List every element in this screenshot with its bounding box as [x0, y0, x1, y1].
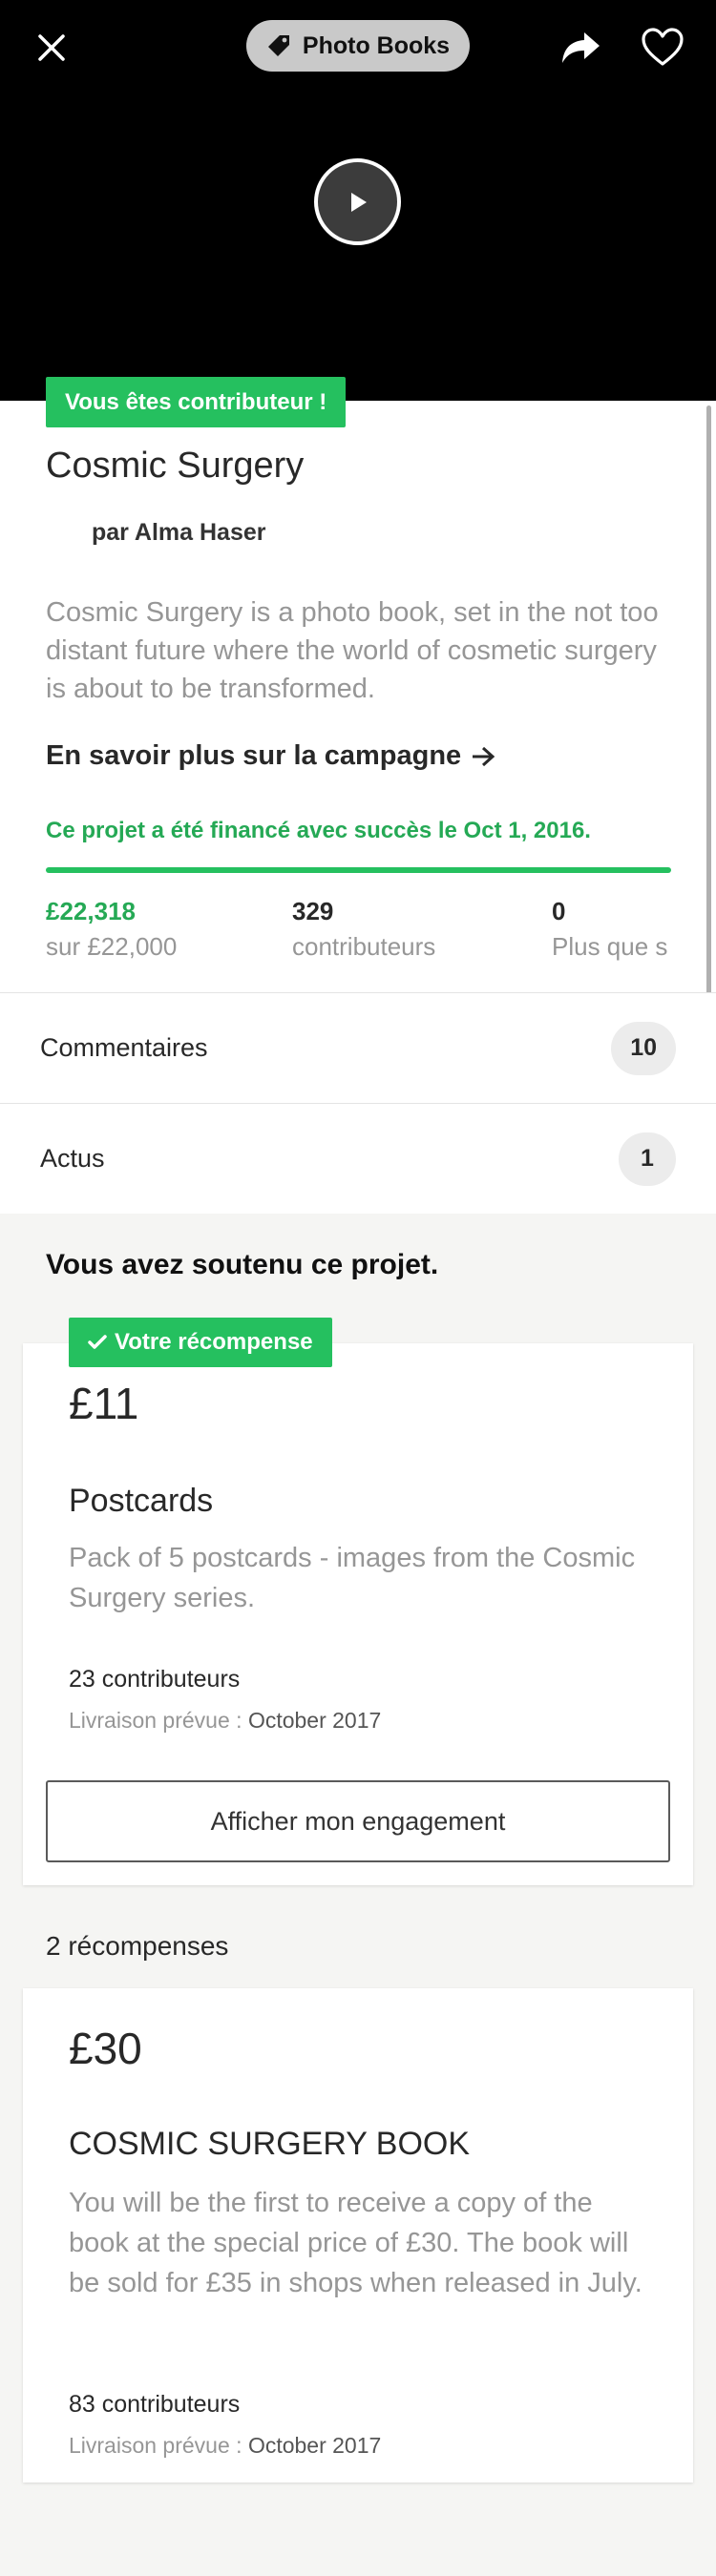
category-pill[interactable]: Photo Books [246, 20, 470, 72]
reward-title: COSMIC SURGERY BOOK [69, 2126, 471, 2162]
reward-title: Postcards [69, 1483, 214, 1519]
video-player[interactable]: Photo Books [0, 0, 716, 401]
comments-label: Commentaires [40, 1033, 208, 1062]
stat-pledged-label: sur £22,000 [46, 932, 178, 961]
delivery-label: Livraison prévue : [69, 2433, 242, 2458]
rewards-count: 2 récompenses [46, 1931, 229, 1961]
stat-backers-label: contributeurs [292, 932, 436, 961]
stat-time-left-label: Plus que s [552, 932, 668, 961]
reward-amount: £30 [69, 2024, 142, 2073]
delivery-label: Livraison prévue : [69, 1708, 242, 1733]
updates-count: 1 [619, 1132, 676, 1186]
learn-more-link[interactable]: En savoir plus sur la campagne [46, 740, 495, 772]
stat-backers-value: 329 [292, 897, 334, 925]
stat-pledged: £22,318 sur £22,000 [46, 897, 177, 962]
delivery-date: October 2017 [247, 1708, 382, 1733]
learn-more-label: En savoir plus sur la campagne [46, 740, 462, 771]
play-icon [350, 192, 367, 212]
reward-delivery: Livraison prévue : October 2017 [69, 2433, 381, 2459]
close-button[interactable] [31, 27, 73, 69]
share-icon [562, 32, 600, 63]
stat-time-left-value: 0 [552, 897, 566, 925]
close-icon [38, 34, 65, 61]
arrow-right-icon [473, 746, 495, 766]
reward-backers: 83 contributeurs [69, 2391, 241, 2418]
stat-time-left: 0 Plus que s [552, 897, 667, 962]
project-blurb: Cosmic Surgery is a photo book, set in t… [46, 597, 659, 704]
your-reward-badge: Votre récompense [69, 1318, 332, 1367]
heart-icon [642, 28, 684, 66]
stat-backers: 329 contributeurs [292, 897, 435, 962]
reward-backers: 23 contributeurs [69, 1666, 241, 1693]
favorite-button[interactable] [636, 21, 689, 74]
reward-card[interactable]: £30 COSMIC SURGERY BOOK You will be the … [23, 1988, 693, 2483]
delivery-date: October 2017 [247, 2433, 382, 2458]
reward-description: Pack of 5 postcards - images from the Co… [69, 1543, 636, 1613]
funded-message: Ce projet a été financé avec succès le O… [46, 818, 591, 843]
checkmark-icon [88, 1335, 107, 1349]
play-button[interactable] [314, 158, 401, 245]
tag-icon [267, 35, 289, 56]
your-reward-label: Votre récompense [115, 1329, 313, 1355]
updates-label: Actus [40, 1144, 105, 1173]
backed-reward-card: £11 Postcards Pack of 5 postcards - imag… [23, 1343, 693, 1885]
backed-title: Vous avez soutenu ce projet. [46, 1249, 439, 1280]
reward-amount: £11 [69, 1379, 139, 1428]
share-button[interactable] [554, 21, 607, 74]
category-label: Photo Books [302, 31, 451, 59]
project-title: Cosmic Surgery [46, 446, 305, 486]
comments-count: 10 [611, 1021, 676, 1075]
view-pledge-button[interactable]: Afficher mon engagement [46, 1780, 670, 1862]
funding-progress-bar [46, 867, 671, 873]
reward-description: You will be the first to receive a copy … [69, 2188, 642, 2298]
stat-pledged-value: £22,318 [46, 897, 136, 925]
comments-row[interactable]: Commentaires 10 [0, 993, 716, 1103]
creator-name[interactable]: par Alma Haser [92, 519, 266, 547]
project-stats: £22,318 sur £22,000 329 contributeurs 0 … [46, 897, 716, 964]
reward-delivery: Livraison prévue : October 2017 [69, 1708, 381, 1734]
updates-row[interactable]: Actus 1 [0, 1104, 716, 1214]
backer-badge: Vous êtes contributeur ! [46, 377, 347, 427]
